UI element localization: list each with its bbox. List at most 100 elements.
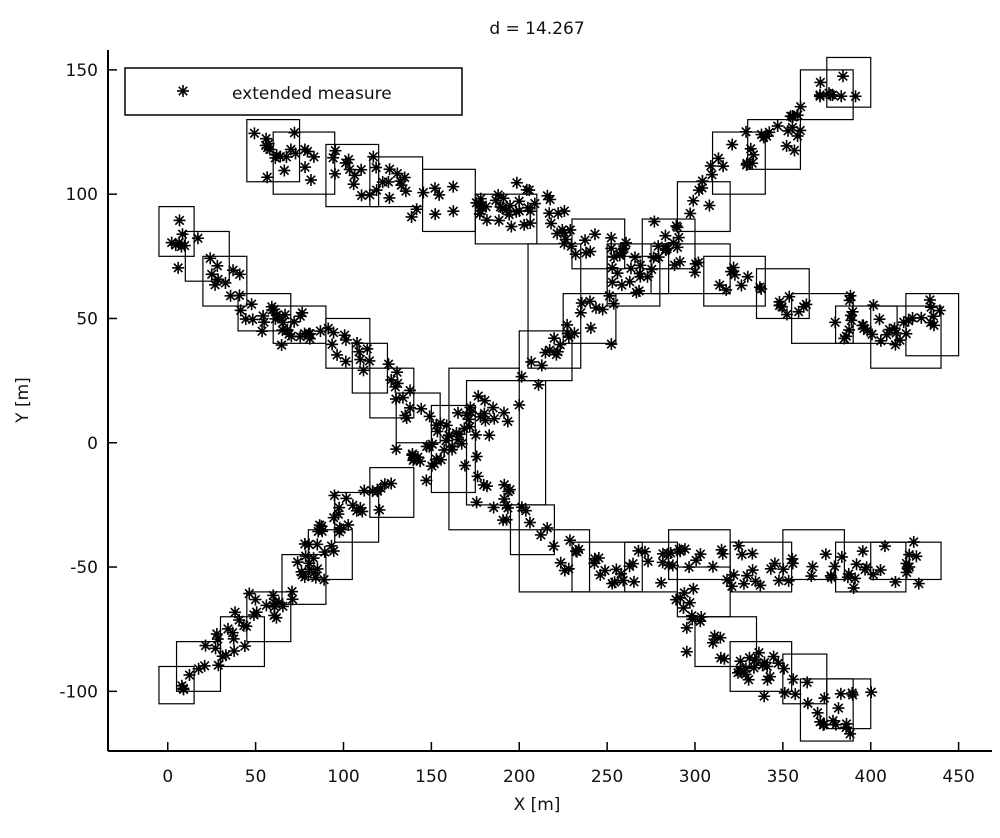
data-point (410, 203, 423, 216)
legend-label: extended measure (232, 84, 392, 104)
data-point (275, 339, 288, 352)
data-point (469, 428, 482, 441)
data-points (165, 70, 946, 740)
data-point (532, 378, 545, 391)
data-point (756, 659, 769, 672)
data-point (740, 158, 753, 171)
data-point (846, 686, 859, 699)
gate-boxes (158, 56, 960, 742)
y-tick-label: 150 (66, 61, 98, 81)
data-point (318, 546, 331, 559)
data-point (496, 201, 509, 214)
data-point (617, 574, 630, 587)
data-point (596, 303, 609, 316)
data-point (400, 412, 413, 425)
data-point (743, 651, 756, 664)
data-point (488, 412, 501, 425)
data-point (247, 608, 260, 621)
data-point (912, 577, 925, 590)
data-point (789, 688, 802, 701)
data-point (806, 560, 819, 573)
data-point (451, 433, 464, 446)
data-point (786, 110, 799, 123)
data-point (528, 197, 541, 210)
data-point (269, 151, 282, 164)
data-point (903, 548, 916, 561)
data-point (850, 558, 863, 571)
data-point (607, 297, 620, 310)
data-point (328, 489, 341, 502)
data-point (239, 313, 252, 326)
chart-title: d = 14.267 (489, 19, 584, 39)
data-point (548, 332, 561, 345)
data-point (572, 543, 585, 556)
data-point (834, 687, 847, 700)
data-point (353, 345, 366, 358)
data-point (312, 525, 325, 538)
data-point (678, 543, 691, 556)
data-point (605, 338, 618, 351)
data-point (487, 501, 500, 514)
data-point (814, 76, 827, 89)
data-point (563, 534, 576, 547)
data-point (258, 316, 271, 329)
data-point (318, 573, 331, 586)
data-point (470, 450, 483, 463)
data-point (925, 301, 938, 314)
data-point (633, 284, 646, 297)
data-point (781, 124, 794, 137)
data-point (399, 185, 412, 198)
x-tick-label: 400 (855, 767, 887, 787)
data-point (907, 535, 920, 548)
data-point (370, 161, 383, 174)
data-point (551, 345, 564, 358)
data-point (889, 575, 902, 588)
data-point (302, 327, 315, 340)
data-point (720, 283, 733, 296)
data-point (205, 268, 218, 281)
data-point (294, 330, 307, 343)
data-point (777, 563, 790, 576)
data-point (832, 702, 845, 715)
data-point (404, 401, 417, 414)
data-point (749, 575, 762, 588)
data-point (417, 186, 430, 199)
y-axis-label: Y [m] (13, 377, 33, 424)
data-point (726, 138, 739, 151)
data-point (543, 344, 556, 357)
data-point (880, 328, 893, 341)
data-point (858, 563, 871, 576)
data-point (373, 503, 386, 516)
data-point (927, 319, 940, 332)
data-point (835, 90, 848, 103)
data-point (354, 501, 367, 514)
data-point (684, 207, 697, 220)
data-point (326, 338, 339, 351)
data-point (873, 313, 886, 326)
data-point (865, 686, 878, 699)
data-point (611, 267, 624, 280)
data-point (705, 168, 718, 181)
data-point (238, 640, 251, 653)
data-point (472, 390, 485, 403)
data-point (357, 364, 370, 377)
data-point (309, 571, 322, 584)
data-point (627, 575, 640, 588)
data-point (845, 314, 858, 327)
data-point (211, 259, 224, 272)
data-point (608, 576, 621, 589)
data-point (828, 560, 841, 573)
data-point (210, 627, 223, 640)
data-point (278, 164, 291, 177)
data-point (227, 632, 240, 645)
data-point (794, 100, 807, 113)
data-point (632, 544, 645, 557)
data-point (426, 438, 439, 451)
data-point (172, 261, 185, 274)
x-tick-label: 350 (767, 767, 799, 787)
data-point (543, 207, 556, 220)
x-tick-label: 250 (591, 767, 623, 787)
data-point (351, 336, 364, 349)
data-point (680, 621, 693, 634)
data-point (497, 514, 510, 527)
